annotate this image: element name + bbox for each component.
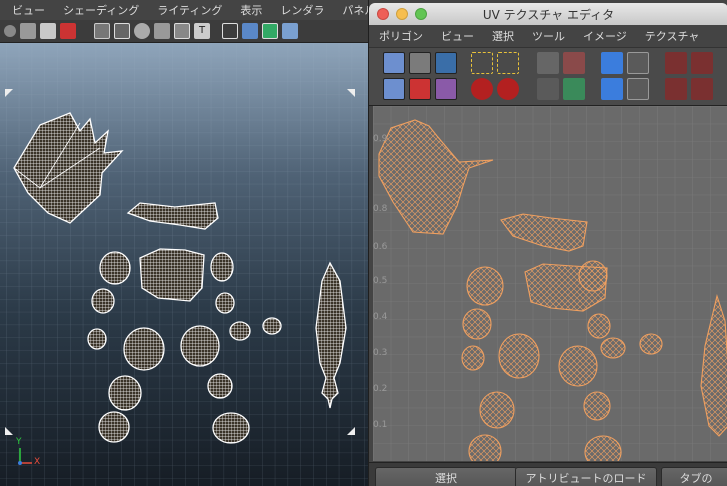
tick-label-03: 0.3 <box>373 348 388 358</box>
uv-flip-v-icon[interactable] <box>497 52 519 74</box>
tab-button[interactable]: タブの <box>661 467 727 486</box>
menu-polygons[interactable]: ポリゴン <box>379 28 423 44</box>
film-icon[interactable] <box>60 23 76 39</box>
uv-grid-icon[interactable] <box>627 52 649 74</box>
axis-x-label: X <box>34 457 41 467</box>
tick-label-02: 0.2 <box>373 384 388 394</box>
wireframe-icon[interactable] <box>222 23 238 39</box>
grid-icon[interactable] <box>94 23 110 39</box>
viewport-panel: ビュー シェーディング ライティング 表示 レンダラ パネル T <box>0 0 368 486</box>
menu-tool[interactable]: ツール <box>532 28 565 44</box>
field-chart-icon[interactable] <box>174 23 190 39</box>
viewport-grid <box>0 43 368 486</box>
uv-unfold-icon[interactable] <box>563 78 585 100</box>
tick-label-04: 0.4 <box>373 312 388 322</box>
menu-lighting[interactable]: ライティング <box>157 2 222 18</box>
viewport-toolbar: T <box>0 20 368 43</box>
uv-flip-u-icon[interactable] <box>471 52 493 74</box>
uv-align-right-icon[interactable] <box>691 52 713 74</box>
uv-align-top-icon[interactable] <box>691 78 713 100</box>
camera-icon[interactable] <box>4 25 16 37</box>
uv-relax-icon[interactable] <box>627 78 649 100</box>
window-title: UV テクスチャ エディタ <box>482 8 615 22</box>
film-gate-icon[interactable] <box>114 23 130 39</box>
uv-select-icon[interactable] <box>383 52 405 74</box>
uv-lattice-icon[interactable] <box>435 52 457 74</box>
cube-icon[interactable] <box>282 23 298 39</box>
uv-editor-menubar: ポリゴン ビュー 選択 ツール イメージ テクスチャ <box>369 25 727 47</box>
uv-shell-select-icon[interactable] <box>383 78 405 100</box>
menu-renderer[interactable]: レンダラ <box>280 2 324 18</box>
tick-label-05: 0.5 <box>373 276 388 286</box>
tick-label-06: 0.6 <box>373 242 388 252</box>
axis-y-label: Y <box>16 437 22 447</box>
uv-move-icon[interactable] <box>409 52 431 74</box>
uv-straighten-icon[interactable] <box>537 78 559 100</box>
uv-align-bottom-icon[interactable] <box>665 78 687 100</box>
menu-image[interactable]: イメージ <box>583 28 627 44</box>
uv-editor-window: UV テクスチャ エディタ ポリゴン ビュー 選択 ツール イメージ テクスチャ <box>368 0 727 486</box>
uv-bottom-bar: 選択 アトリビュートのロード タブの <box>369 462 727 486</box>
uv-rotate-cw-icon[interactable] <box>497 78 519 100</box>
tick-label-01: 0.1 <box>373 420 388 430</box>
resolution-gate-icon[interactable] <box>134 23 150 39</box>
uv-layout-icon[interactable] <box>601 52 623 74</box>
pencil-icon[interactable] <box>40 23 56 39</box>
uv-rotate-icon[interactable] <box>409 78 431 100</box>
viewport-menubar: ビュー シェーディング ライティング 表示 レンダラ パネル <box>0 0 368 20</box>
tick-label-08: 0.8 <box>373 204 388 214</box>
menu-panels[interactable]: パネル <box>342 2 368 18</box>
texture-icon[interactable]: T <box>194 23 210 39</box>
uv-stack-icon[interactable] <box>601 78 623 100</box>
uv-cut-icon[interactable] <box>537 52 559 74</box>
shaded-icon[interactable] <box>242 23 258 39</box>
uv-align-left-icon[interactable] <box>665 52 687 74</box>
xray-icon[interactable] <box>262 23 278 39</box>
window-titlebar[interactable]: UV テクスチャ エディタ <box>369 3 727 25</box>
menu-texture[interactable]: テクスチャ <box>645 28 700 44</box>
select-button[interactable]: 選択 <box>375 467 517 486</box>
uv-sew-icon[interactable] <box>563 52 585 74</box>
uv-toolbar <box>369 47 727 106</box>
tick-label-09: 0.9 <box>373 134 388 144</box>
uv-grid <box>373 106 727 461</box>
menu-select[interactable]: 選択 <box>492 28 514 44</box>
uv-rotate-ccw-icon[interactable] <box>471 78 493 100</box>
bookmark-icon[interactable] <box>20 23 36 39</box>
menu-view[interactable]: ビュー <box>441 28 474 44</box>
safe-area-icon[interactable] <box>154 23 170 39</box>
menu-show[interactable]: 表示 <box>240 2 262 18</box>
menu-view[interactable]: ビュー <box>12 2 45 18</box>
uv-canvas[interactable]: 0.9 0.8 0.6 0.5 0.4 0.3 0.2 0.1 <box>373 106 727 461</box>
load-attributes-button[interactable]: アトリビュートのロード <box>515 467 657 486</box>
viewport-canvas[interactable]: X Y <box>0 43 368 486</box>
menu-shading[interactable]: シェーディング <box>63 2 139 18</box>
uv-smudge-icon[interactable] <box>435 78 457 100</box>
